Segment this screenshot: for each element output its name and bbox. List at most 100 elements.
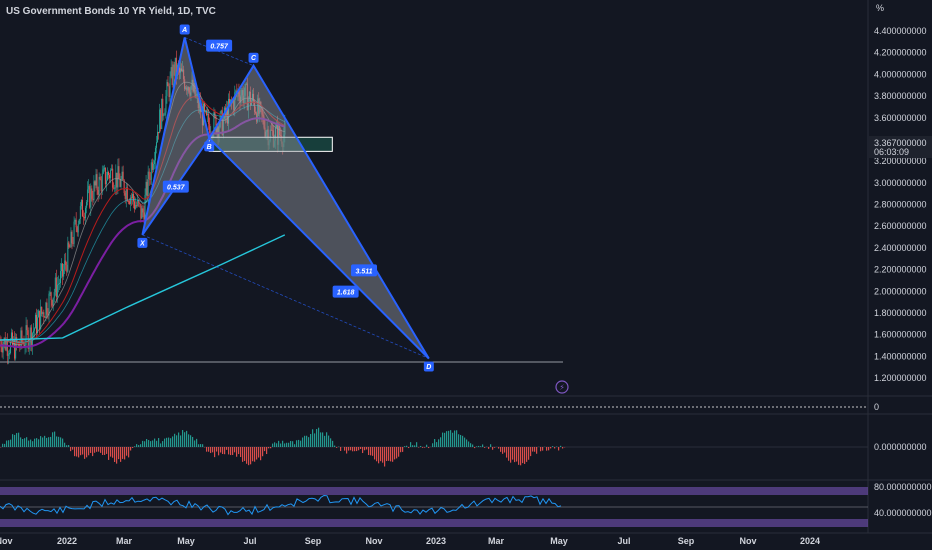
candle-body <box>163 115 165 117</box>
histogram-bar <box>558 447 560 451</box>
histogram-bar <box>508 447 510 461</box>
candle-body <box>110 170 112 179</box>
candle-body <box>43 312 45 318</box>
histogram-bar <box>284 443 286 447</box>
histogram-bar <box>364 447 366 451</box>
histogram-bar <box>340 447 342 451</box>
histogram-bar <box>366 447 368 450</box>
ratio-label: 3.511 <box>356 268 373 275</box>
histogram-bar <box>80 447 82 456</box>
histogram-bar <box>548 447 550 451</box>
countdown-timer: 06:03:09 <box>874 147 909 157</box>
histogram-bar <box>164 438 166 447</box>
histogram-bar <box>246 447 248 464</box>
histogram-bar <box>30 439 32 447</box>
time-tick-label: 2023 <box>426 536 446 546</box>
histogram-bar <box>298 439 300 447</box>
histogram-bar <box>66 445 68 447</box>
histogram-bar <box>534 447 536 452</box>
candle-body <box>158 131 160 134</box>
histogram-bar <box>150 441 152 447</box>
candle-body <box>209 123 211 135</box>
histogram-bar <box>76 447 78 457</box>
histogram-bar <box>140 444 142 447</box>
rsi-80-label: 80.000000000 <box>874 482 932 492</box>
chart-canvas[interactable]: XABCD0.7570.5373.5111.618⚡ 00.000000000 … <box>0 0 932 550</box>
histogram-bar <box>130 447 132 451</box>
histogram-bar <box>394 447 396 460</box>
time-tick-label: Nov <box>739 536 756 546</box>
histogram-bar <box>92 447 94 457</box>
time-axis[interactable]: Nov 2022 Mar May Jul Sep Nov 2023 Mar May Jul Sep No… <box>0 536 820 546</box>
histogram-bar <box>170 438 172 447</box>
time-tick-label: Mar <box>488 536 505 546</box>
histogram-bar <box>476 446 478 447</box>
candle-body <box>21 330 23 342</box>
time-tick-label: Mar <box>116 536 133 546</box>
histogram-bar <box>426 444 428 447</box>
price-axis[interactable]: % 4.400000000 4.200000000 4.000000000 3.8000… <box>869 3 932 383</box>
price-tick-label: 4.000000000 <box>874 69 927 79</box>
histogram-zero-label: 0.000000000 <box>874 442 927 452</box>
histogram-bar <box>62 438 64 447</box>
candle-body <box>103 167 105 170</box>
histogram-bar <box>458 434 460 447</box>
histogram-bar <box>540 447 542 452</box>
histogram-bar <box>244 447 246 461</box>
candle-body <box>132 194 134 199</box>
histogram-bar <box>336 447 338 448</box>
candle-body <box>62 263 64 277</box>
histogram-bar <box>260 447 262 461</box>
histogram-bar <box>94 447 96 453</box>
candle-body <box>74 219 76 222</box>
price-tick-label: 2.800000000 <box>874 200 927 210</box>
candle-body <box>147 171 149 196</box>
histogram-bar <box>222 447 224 454</box>
histogram-bar <box>38 439 40 447</box>
candle-body <box>91 188 93 199</box>
histogram-bar <box>518 447 520 465</box>
candle-body <box>111 168 113 171</box>
histogram-bar <box>154 438 156 447</box>
histogram-bar <box>358 447 360 451</box>
histogram-bar <box>242 447 244 462</box>
histogram-bar <box>132 447 134 448</box>
grid <box>0 0 932 534</box>
histogram-bar <box>386 447 388 462</box>
histogram-bar <box>266 447 268 455</box>
candle-body <box>96 174 98 191</box>
histogram-bar <box>416 442 418 447</box>
candle-body <box>55 277 57 297</box>
histogram-bar <box>54 431 56 447</box>
histogram-bar <box>220 447 222 453</box>
candle-body <box>54 277 56 293</box>
histogram-bar <box>210 447 212 453</box>
candle-body <box>174 57 176 76</box>
candle-body <box>8 353 10 355</box>
histogram-bar <box>396 447 398 459</box>
histogram-bar <box>402 447 404 452</box>
pattern-bcd-triangle <box>207 63 430 360</box>
price-tick-label: 4.400000000 <box>874 26 927 36</box>
candle-body <box>154 147 156 161</box>
time-tick-label: Sep <box>678 536 695 546</box>
pattern-point-a-label: A <box>181 27 187 34</box>
candle-body <box>90 188 92 208</box>
histogram-bar <box>436 442 438 447</box>
candle-body <box>104 167 106 185</box>
price-pane[interactable]: XABCD0.7570.5373.5111.618⚡ <box>0 24 569 394</box>
candle-body <box>93 181 95 201</box>
histogram-bar <box>142 440 144 447</box>
histogram-bar <box>116 447 118 464</box>
histogram-bar <box>370 447 372 456</box>
rsi-pane: 80.000000000 40.000000000 <box>0 482 932 527</box>
histogram-bar <box>330 438 332 447</box>
histogram-bar <box>232 447 234 455</box>
price-tick-label: 1.600000000 <box>874 330 927 340</box>
histogram-bar <box>392 447 394 462</box>
candle-body <box>108 172 110 176</box>
candle-body <box>72 243 74 244</box>
histogram-bar <box>450 430 452 447</box>
candle-body <box>106 172 108 181</box>
candle-body <box>79 206 81 220</box>
